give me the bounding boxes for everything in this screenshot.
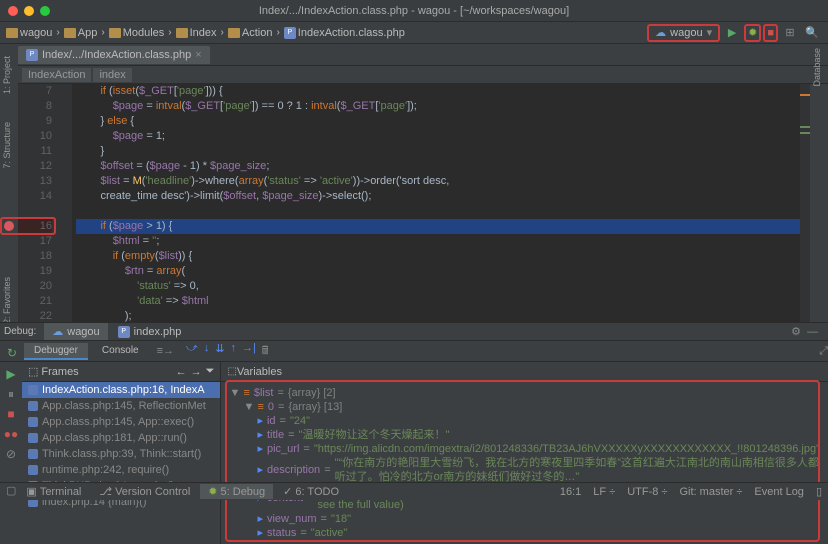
console-tab[interactable]: Console	[92, 343, 149, 360]
view-breakpoints-button[interactable]: ●●	[3, 426, 19, 442]
database-tool-button[interactable]: Database	[810, 44, 824, 97]
debug-tool-window: Debug: ☁wagou Pindex.php ⚙ — ↻ Debugger …	[0, 322, 828, 482]
caret-position[interactable]: 16:1	[560, 486, 581, 498]
version-control-tool-button[interactable]: ⎇ Version Control	[91, 484, 198, 499]
debug-label: Debug:	[4, 326, 36, 337]
frame-item[interactable]: App.class.php:181, App::run()	[22, 430, 221, 446]
evaluate-button[interactable]: 🖩	[262, 342, 269, 361]
breadcrumb-item[interactable]: wagou	[6, 27, 52, 39]
minimize-window-button[interactable]	[24, 6, 34, 16]
fold-column[interactable]	[58, 84, 72, 340]
folder-icon	[228, 28, 240, 38]
php-file-icon: P	[118, 326, 130, 338]
frame-item[interactable]: App.class.php:145, ReflectionMet	[22, 398, 221, 414]
debugger-tab[interactable]: Debugger	[24, 343, 88, 360]
step-over-button[interactable]: ⤻	[186, 342, 198, 361]
breadcrumb-item[interactable]: Index	[176, 27, 217, 39]
method-crumb[interactable]: index	[93, 68, 131, 82]
thread-dropdown-icon[interactable]: ⏷	[206, 365, 215, 378]
next-frame-icon[interactable]: →	[191, 366, 202, 378]
code-editor[interactable]: 7891011121314161718192021222324252627282…	[18, 84, 810, 340]
debug-tool-button[interactable]: ✹ 5: Debug	[200, 484, 273, 499]
stop-debug-button[interactable]: ■	[3, 406, 19, 422]
main-toolbar: wagou› App› Modules› Index› Action› PInd…	[0, 22, 828, 44]
layout-settings-icon[interactable]: ⤢	[819, 345, 828, 358]
step-out-button[interactable]: ↑	[231, 342, 237, 361]
rerun-button[interactable]: ↻	[4, 345, 20, 361]
editor-tabs: P Index/.../IndexAction.class.php ×	[0, 44, 828, 66]
mute-breakpoints-button[interactable]: ⊘	[3, 446, 19, 462]
right-tool-buttons: Database	[810, 44, 828, 97]
debug-header: Debug: ☁wagou Pindex.php ⚙ —	[0, 323, 828, 341]
favorites-tool-button[interactable]: 2: Favorites	[0, 273, 18, 328]
window-title: Index/.../IndexAction.class.php - wagou …	[259, 5, 569, 17]
frame-item[interactable]: runtime.php:242, require()	[22, 462, 221, 478]
debug-session-tab[interactable]: ☁wagou	[44, 323, 107, 340]
structure-breadcrumb: IndexAction index	[0, 66, 828, 84]
frame-item[interactable]: Think.class.php:39, Think::start()	[22, 446, 221, 462]
run-button[interactable]: ▶	[722, 24, 742, 42]
folder-icon	[109, 28, 121, 38]
output-tab-icon[interactable]: ≡→	[157, 345, 174, 357]
code-area[interactable]: if (isset($_GET['page'])) { $page = intv…	[72, 84, 810, 340]
variables-panel: ⬚ Variables ▼≡ $list = {array} [2]▼≡ 0 =…	[221, 362, 828, 544]
memory-indicator[interactable]: ▯	[816, 485, 822, 498]
search-button[interactable]: ⊞	[780, 24, 800, 42]
settings-icon[interactable]: ⚙	[791, 325, 801, 338]
error-stripe[interactable]	[800, 84, 810, 340]
maximize-window-button[interactable]	[40, 6, 50, 16]
breadcrumb-item[interactable]: PIndexAction.class.php	[284, 27, 405, 39]
line-separator[interactable]: LF ÷	[593, 486, 615, 498]
run-configuration-dropdown[interactable]: ☁ wagou ▾	[647, 24, 720, 42]
terminal-tool-button[interactable]: ▣ Terminal	[18, 484, 89, 499]
structure-tool-button[interactable]: 7: Structure	[0, 118, 18, 173]
search-everywhere-button[interactable]: 🔍	[802, 24, 822, 42]
debug-side-toolbar: ▶ ⏸ ■ ●● ⊘	[0, 362, 22, 544]
run-to-cursor-button[interactable]: →|	[242, 342, 256, 361]
resume-button[interactable]: ▶	[3, 366, 19, 382]
tool-windows-button[interactable]: ▢	[6, 484, 16, 499]
php-file-icon: P	[284, 27, 296, 39]
frames-panel: ⬚ Frames ← → ⏷ IndexAction.class.php:16,…	[22, 362, 222, 544]
frames-list[interactable]: IndexAction.class.php:16, IndexAApp.clas…	[22, 382, 221, 544]
prev-frame-icon[interactable]: ←	[176, 366, 187, 378]
git-branch[interactable]: Git: master ÷	[680, 486, 743, 498]
left-tool-buttons: 1: Project 7: Structure 2: Favorites	[0, 44, 18, 328]
folder-icon	[6, 28, 18, 38]
folder-icon	[64, 28, 76, 38]
close-tab-icon[interactable]: ×	[195, 49, 201, 61]
frame-item[interactable]: IndexAction.class.php:16, IndexA	[22, 382, 221, 398]
breadcrumb: wagou› App› Modules› Index› Action› PInd…	[6, 27, 405, 39]
stop-button[interactable]: ■	[763, 24, 778, 42]
step-into-button[interactable]: ↓	[204, 342, 210, 361]
breadcrumb-item[interactable]: Modules	[109, 27, 165, 39]
file-encoding[interactable]: UTF-8 ÷	[627, 486, 667, 498]
frame-item[interactable]: App.class.php:145, App::exec()	[22, 414, 221, 430]
close-window-button[interactable]	[8, 6, 18, 16]
editor-tab[interactable]: P Index/.../IndexAction.class.php ×	[18, 46, 210, 64]
variables-tree[interactable]: ▼≡ $list = {array} [2]▼≡ 0 = {array} [13…	[221, 382, 828, 544]
class-crumb[interactable]: IndexAction	[22, 68, 91, 82]
hide-icon[interactable]: —	[807, 326, 818, 338]
variables-header: ⬚ Variables	[221, 362, 828, 382]
debug-session-tab[interactable]: Pindex.php	[110, 324, 190, 340]
folder-icon	[176, 28, 188, 38]
frames-header: ⬚ Frames ← → ⏷	[22, 362, 221, 382]
todo-tool-button[interactable]: ✓ 6: TODO	[275, 484, 347, 499]
event-log-button[interactable]: Event Log	[754, 486, 804, 498]
breadcrumb-item[interactable]: App	[64, 27, 98, 39]
php-file-icon: P	[26, 49, 38, 61]
breadcrumb-item[interactable]: Action	[228, 27, 273, 39]
titlebar: Index/.../IndexAction.class.php - wagou …	[0, 0, 828, 22]
debug-button[interactable]: ✹	[744, 24, 761, 42]
status-bar: ▢ ▣ Terminal ⎇ Version Control ✹ 5: Debu…	[0, 482, 828, 500]
pause-button[interactable]: ⏸	[3, 386, 19, 402]
force-step-into-button[interactable]: ⇊	[215, 342, 224, 361]
debug-toolbar: ↻ Debugger Console ≡→ ⤻ ↓ ⇊ ↑ →| 🖩 ⤢	[0, 341, 828, 362]
gutter[interactable]: 7891011121314161718192021222324252627282…	[18, 84, 58, 340]
project-tool-button[interactable]: 1: Project	[0, 52, 18, 98]
